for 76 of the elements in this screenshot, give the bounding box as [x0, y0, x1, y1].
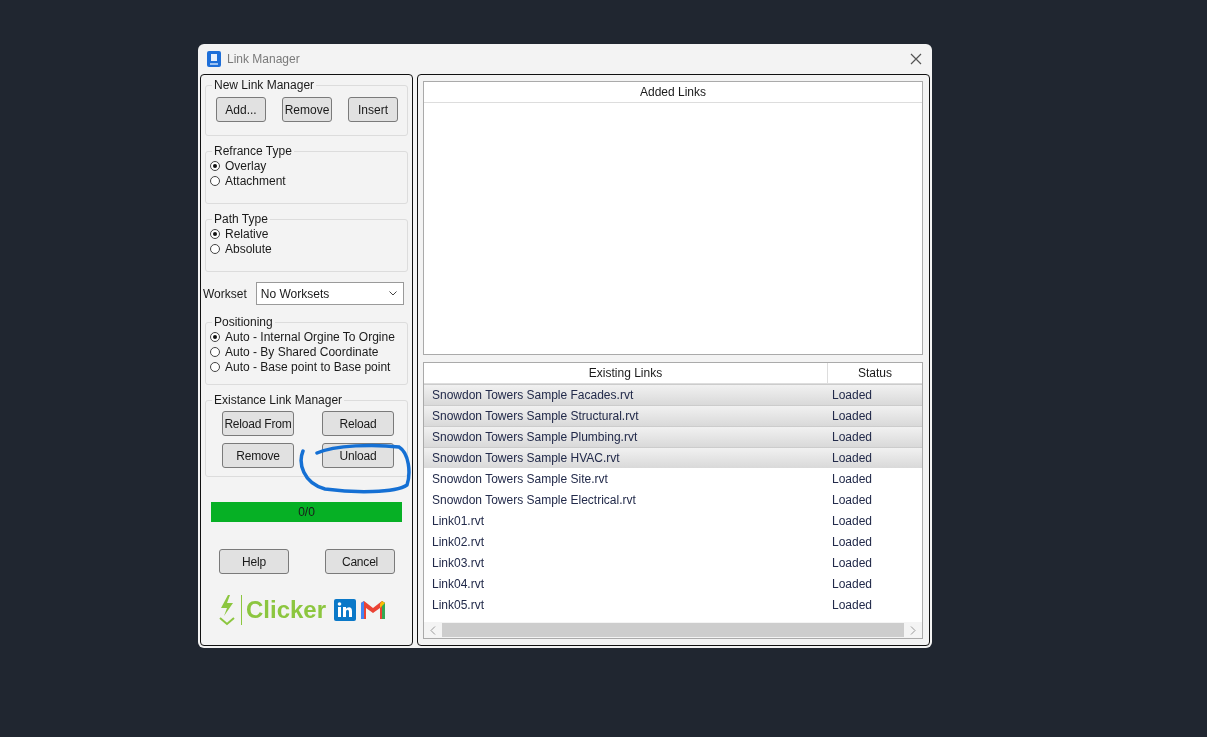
radio-label: Auto - Base point to Base point	[225, 359, 391, 374]
table-cell: Loaded	[832, 555, 873, 570]
table-cell-text: Snowdon Towers Sample Structural.rvt	[431, 409, 640, 423]
radio-button[interactable]	[210, 243, 220, 254]
table-cell: Loaded	[832, 597, 873, 612]
progress-reading: 0/0	[297, 505, 316, 519]
radio-label: Auto - Internal Orgine To Orgine	[225, 329, 395, 344]
workset-dropdown[interactable]: No Worksets	[255, 282, 404, 305]
group-title: New Link Manager	[213, 78, 316, 92]
column-header: Added Links	[424, 82, 922, 103]
table-cell: Loaded	[832, 513, 873, 528]
radio-label: Relative	[225, 226, 269, 241]
column-header: Status	[857, 365, 893, 382]
table-row[interactable]: Snowdon Towers Sample Structural.rvt Loaded	[424, 405, 922, 426]
bolt-logo-icon	[217, 594, 237, 626]
table-cell: Loaded	[832, 576, 873, 591]
action-button[interactable]: Reload From	[222, 411, 294, 436]
table-cell: Loaded	[832, 409, 873, 423]
table-cell-text: Snowdon Towers Sample Plumbing.rvt	[431, 430, 639, 444]
group-title: Existance Link Manager	[213, 393, 344, 407]
table-cell: Loaded	[832, 534, 873, 549]
table-cell: Loaded	[832, 451, 873, 465]
table-cell-text: Link04.rvt	[431, 576, 486, 591]
table-cell-text: Snowdon Towers Sample HVAC.rvt	[431, 451, 621, 465]
brand-name: Clicker	[246, 596, 327, 624]
footer-button[interactable]: Help	[219, 549, 289, 574]
action-button[interactable]: Remove	[282, 97, 332, 122]
group-title: Positioning	[213, 315, 274, 329]
group-title: Path Type	[213, 212, 269, 226]
table-cell: Loaded	[832, 492, 873, 507]
column-header: Existing Links	[424, 363, 828, 383]
table-cell-text: Link02.rvt	[431, 534, 486, 549]
radio-button[interactable]	[210, 175, 220, 186]
radio-button[interactable]	[210, 331, 220, 342]
table-row[interactable]: Snowdon Towers Sample Plumbing.rvt Loaded	[424, 426, 922, 447]
radio-label: Absolute	[225, 241, 272, 256]
mail-icon[interactable]	[360, 600, 387, 620]
footer-button[interactable]: Cancel	[325, 549, 395, 574]
radio-button[interactable]	[210, 361, 220, 372]
table-cell-text: Snowdon Towers Sample Facades.rvt	[431, 388, 635, 402]
table-row[interactable]: Link01.rvt Loaded	[424, 510, 922, 531]
table-row[interactable]: Link02.rvt Loaded	[424, 531, 922, 552]
action-button[interactable]: Insert	[348, 97, 398, 122]
table-row[interactable]: Link05.rvt Loaded	[424, 594, 922, 615]
table-cell-text: Snowdon Towers Sample Site.rvt	[431, 471, 609, 486]
table-row[interactable]: Snowdon Towers Sample Site.rvt Loaded	[424, 468, 922, 489]
table-cell-text: Link01.rvt	[431, 513, 486, 528]
table-row[interactable]: Snowdon Towers Sample HVAC.rvt Loaded	[424, 447, 922, 468]
radio-label: Overlay	[225, 158, 267, 173]
table-cell: Loaded	[832, 471, 873, 486]
table-row[interactable]: Snowdon Towers Sample Electrical.rvt Loaded	[424, 489, 922, 510]
action-button[interactable]: Remove	[222, 443, 294, 468]
scrollbar-thumb[interactable]	[442, 623, 904, 637]
close-icon[interactable]	[910, 53, 922, 65]
table-cell-text: Snowdon Towers Sample Electrical.rvt	[431, 492, 637, 507]
table-row[interactable]: Link04.rvt Loaded	[424, 573, 922, 594]
table-cell-text: Link03.rvt	[431, 555, 486, 570]
workset-label: Workset	[203, 286, 247, 301]
table-row[interactable]: Snowdon Towers Sample Facades.rvt Loaded	[424, 384, 922, 405]
chevron-down-icon	[388, 291, 397, 296]
radio-button[interactable]	[210, 346, 220, 357]
radio-label: Auto - By Shared Coordinate	[225, 344, 379, 359]
radio-button[interactable]	[210, 228, 220, 239]
group-title: Refrance Type	[213, 144, 293, 158]
action-button[interactable]: Reload	[322, 411, 394, 436]
window-title: Link Manager	[227, 52, 301, 66]
app-icon	[207, 51, 221, 67]
table-cell: Loaded	[832, 388, 873, 402]
table-cell-text: Link05.rvt	[431, 597, 486, 612]
linkedin-icon[interactable]	[334, 599, 357, 621]
radio-button[interactable]	[210, 160, 220, 171]
horizontal-scrollbar[interactable]	[424, 622, 922, 638]
radio-label: Attachment	[225, 173, 286, 188]
table-cell: Loaded	[832, 430, 873, 444]
table-row[interactable]: Link03.rvt Loaded	[424, 552, 922, 573]
action-button[interactable]: Add...	[216, 97, 266, 122]
